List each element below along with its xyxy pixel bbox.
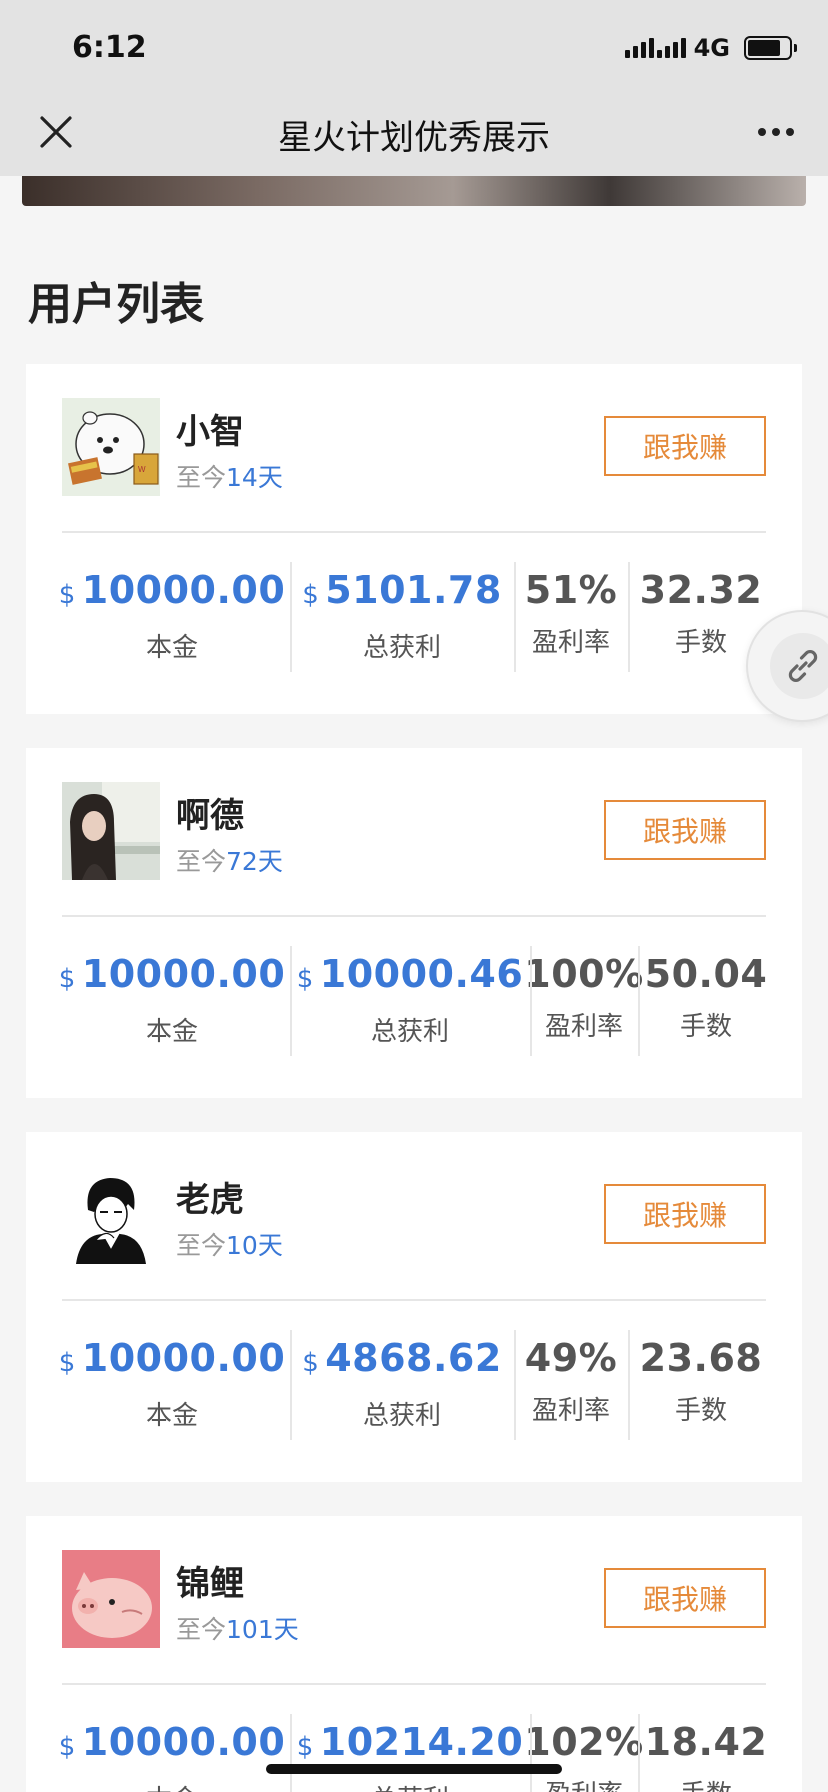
user-name: 小智 — [176, 412, 244, 452]
profit-stat: $10214.20 总获利 — [290, 1714, 530, 1792]
stats-row: $10000.00 本金 $10214.20 总获利 102% 盈利率 18.4… — [54, 1714, 774, 1792]
main-content: 用户列表 W 小智 至今14天 跟我赚 $10000.00 本金 $ 5101.… — [0, 176, 828, 1792]
pink-pig-avatar — [62, 1550, 160, 1648]
follow-button[interactable]: 跟我赚 — [604, 416, 766, 476]
principal-stat: $10000.00 本金 — [58, 568, 286, 663]
status-indicators: 4G — [624, 34, 797, 62]
divider — [62, 1299, 766, 1301]
follow-button[interactable]: 跟我赚 — [604, 1568, 766, 1628]
divider — [62, 915, 766, 917]
since-text: 至今10天 — [176, 1231, 283, 1260]
signal-icon — [624, 38, 686, 58]
banner-image — [22, 176, 806, 206]
divider — [62, 531, 766, 533]
stats-row: $10000.00 本金 $5101.78 总获利 51% 盈利率 32.32 … — [54, 562, 774, 672]
lots-stat: 18.42 手数 — [638, 1714, 774, 1792]
user-name: 老虎 — [176, 1180, 244, 1220]
link-icon — [770, 633, 828, 699]
divider — [62, 1683, 766, 1685]
manga-boy-avatar — [62, 1166, 160, 1264]
user-card: 老虎 至今10天 跟我赚 $10000.00 本金 $4868.62 总获利 4… — [26, 1132, 802, 1482]
profit-stat: $5101.78 总获利 — [290, 562, 514, 672]
user-name: 啊德 — [176, 796, 244, 836]
user-card: 啊德 至今72天 跟我赚 $10000.00 本金 $10000.46 总获利 … — [26, 748, 802, 1098]
home-indicator[interactable] — [266, 1764, 562, 1774]
user-card: 锦鲤 至今101天 跟我赚 $10000.00 本金 $10214.20 总获利… — [26, 1516, 802, 1792]
lots-stat: 50.04 手数 — [638, 946, 774, 1056]
stats-row: $10000.00 本金 $10000.46 总获利 100% 盈利率 50.0… — [54, 946, 774, 1056]
user-name: 锦鲤 — [176, 1564, 244, 1604]
svg-text:W: W — [138, 465, 146, 474]
girl-photo-avatar — [62, 782, 160, 880]
profit-stat: $10000.46 总获利 — [290, 946, 530, 1056]
principal-stat: $10000.00 本金 — [58, 1336, 286, 1431]
page-title: 星火计划优秀展示 — [278, 118, 550, 158]
rate-stat: 102% 盈利率 — [524, 1714, 643, 1792]
since-text: 至今72天 — [176, 847, 283, 876]
more-icon[interactable] — [758, 128, 794, 136]
lots-stat: 23.68 手数 — [628, 1330, 774, 1440]
user-card: W 小智 至今14天 跟我赚 $10000.00 本金 $5101.78 总获利… — [26, 364, 802, 714]
profit-stat: $4868.62 总获利 — [290, 1330, 514, 1440]
since-text: 至今101天 — [176, 1615, 299, 1644]
principal-stat: $10000.00 本金 — [58, 1720, 286, 1792]
since-text: 至今14天 — [176, 463, 283, 492]
stats-row: $10000.00 本金 $4868.62 总获利 49% 盈利率 23.68 … — [54, 1330, 774, 1440]
rate-stat: 100% 盈利率 — [524, 946, 643, 1056]
status-time: 6:12 — [72, 30, 147, 65]
polar-bear-avatar: W — [62, 398, 160, 496]
battery-icon — [744, 36, 797, 60]
rate-stat: 51% 盈利率 — [514, 562, 628, 672]
follow-button[interactable]: 跟我赚 — [604, 1184, 766, 1244]
network-type: 4G — [693, 34, 730, 62]
top-bar: 6:12 4G 星火计划优秀展示 — [0, 0, 828, 176]
follow-button[interactable]: 跟我赚 — [604, 800, 766, 860]
principal-stat: $10000.00 本金 — [58, 952, 286, 1047]
section-title: 用户列表 — [28, 279, 204, 330]
rate-stat: 49% 盈利率 — [514, 1330, 628, 1440]
